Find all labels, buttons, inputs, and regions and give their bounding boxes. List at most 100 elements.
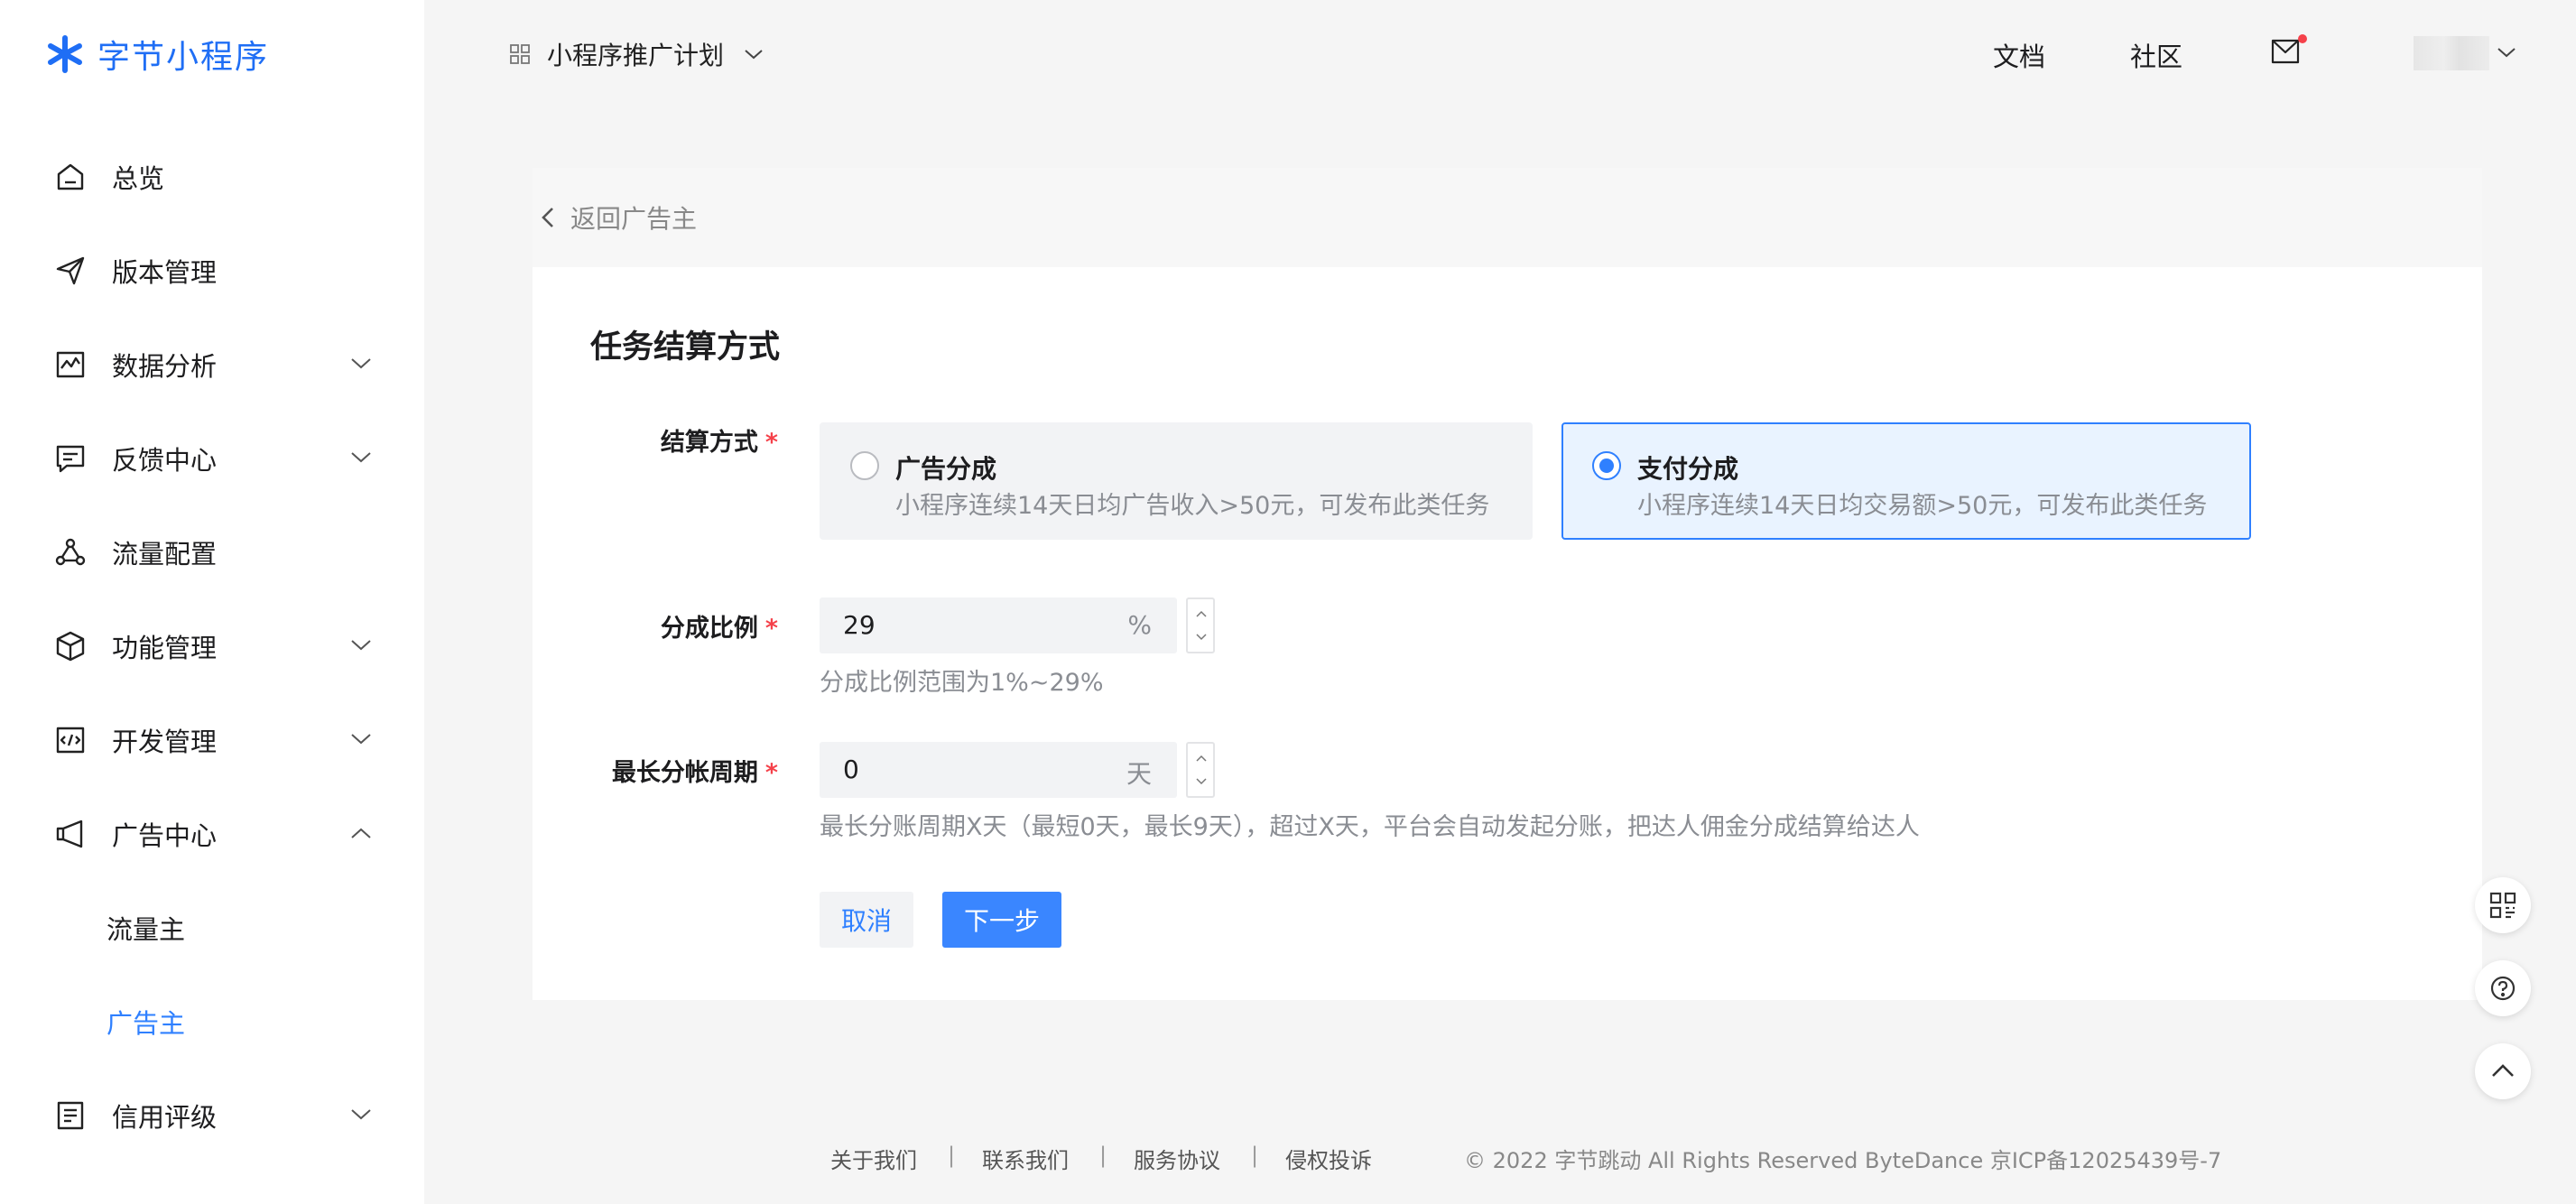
chevron-left-icon: [542, 208, 553, 227]
ratio-hint: 分成比例范围为1%~29%: [820, 669, 1104, 697]
docs-link[interactable]: 文档: [1993, 36, 2045, 74]
footer-link-contact[interactable]: 联系我们: [982, 1143, 1069, 1174]
period-input[interactable]: 0 天: [820, 742, 1177, 798]
sidebar-item-label: 数据分析: [112, 351, 218, 382]
chevron-up-icon[interactable]: [1196, 610, 1207, 617]
sidebar-item-label: 功能管理: [112, 633, 218, 663]
chevron-down-icon[interactable]: [2497, 47, 2516, 58]
sidebar-item-credit-rating[interactable]: 信用评级: [0, 1069, 424, 1162]
brand-name: 字节小程序: [97, 39, 270, 76]
settlement-label-text: 结算方式: [660, 429, 758, 457]
back-link[interactable]: 返回广告主: [533, 168, 2482, 267]
mail-icon[interactable]: [2271, 38, 2302, 65]
footer-link-terms[interactable]: 服务协议: [1134, 1143, 1220, 1174]
sidebar-item-label: 广告中心: [112, 820, 218, 851]
ratio-stepper[interactable]: [1186, 597, 1215, 653]
sidebar-item-label: 反馈中心: [112, 445, 218, 476]
period-unit: 天: [1126, 759, 1152, 789]
grid-icon: [510, 44, 530, 64]
ratio-label-text: 分成比例: [660, 615, 758, 643]
qrcode-button[interactable]: [2475, 877, 2531, 933]
option-title: 支付分成: [1637, 454, 1739, 484]
required-mark: *: [764, 429, 778, 457]
megaphone-icon: [56, 820, 83, 848]
qrcode-icon: [2489, 892, 2516, 919]
settlement-form-card: 任务结算方式 结算方式 * 广告分成 小程序连续14天日均广告收入>50元，可发布…: [533, 267, 2482, 1000]
radio-ad-share[interactable]: [850, 451, 879, 480]
community-link[interactable]: 社区: [2130, 36, 2182, 74]
project-switcher[interactable]: 小程序推广计划: [509, 36, 764, 72]
chevron-down-icon: [351, 358, 371, 369]
radio-payment-share[interactable]: [1592, 451, 1621, 480]
chevron-up-icon: [351, 828, 371, 838]
sidebar-item-traffic-config[interactable]: 流量配置: [0, 505, 424, 599]
message-icon: [56, 445, 85, 473]
settlement-label: 结算方式 *: [507, 422, 778, 458]
required-mark: *: [764, 759, 778, 787]
ratio-value: 29: [843, 610, 876, 640]
back-label: 返回广告主: [570, 204, 698, 234]
option-payment-share[interactable]: 支付分成 小程序连续14天日均交易额>50元，可发布此类任务: [1561, 422, 2251, 540]
help-button[interactable]: [2475, 960, 2531, 1016]
chevron-down-icon: [351, 734, 371, 745]
logo-mark-icon: [48, 35, 82, 73]
period-value: 0: [843, 755, 859, 784]
page-title: 任务结算方式: [590, 329, 781, 366]
brand-logo[interactable]: 字节小程序: [43, 31, 269, 78]
option-desc: 小程序连续14天日均交易额>50元，可发布此类任务: [1637, 492, 2208, 520]
box-icon: [56, 631, 85, 662]
avatar[interactable]: [2414, 36, 2489, 70]
footer-link-about[interactable]: 关于我们: [830, 1143, 917, 1174]
sidebar-item-development[interactable]: 开发管理: [0, 693, 424, 787]
period-label-text: 最长分帐周期: [611, 759, 758, 787]
option-title: 广告分成: [895, 454, 997, 484]
topbar: 小程序推广计划 文档 社区: [424, 0, 2576, 108]
chevron-down-icon: [351, 452, 371, 463]
chevron-down-icon[interactable]: [1196, 634, 1207, 641]
chevron-up-icon: [2492, 1064, 2514, 1077]
chevron-down-icon: [745, 50, 763, 60]
sidebar-item-overview[interactable]: 总览: [0, 130, 424, 224]
list-icon: [57, 1101, 84, 1130]
sidebar: 字节小程序 总览 版本管理 数据分析 反馈中心 流量配置 功能管理 开发管理 广…: [0, 0, 424, 1204]
sidebar-item-version[interactable]: 版本管理: [0, 224, 424, 318]
cancel-button[interactable]: 取消: [820, 892, 913, 948]
period-hint: 最长分账周期X天（最短0天，最长9天），超过X天，平台会自动发起分账，把达人佣金…: [820, 813, 1920, 841]
footer-separator: |: [948, 1143, 956, 1168]
required-mark: *: [764, 615, 778, 643]
project-name: 小程序推广计划: [547, 41, 725, 70]
ratio-label: 分成比例 *: [507, 608, 778, 644]
sidebar-item-features[interactable]: 功能管理: [0, 599, 424, 693]
chevron-down-icon: [351, 640, 371, 651]
back-to-top-button[interactable]: [2475, 1043, 2531, 1099]
chart-icon: [56, 351, 85, 378]
ratio-unit: %: [1127, 610, 1152, 640]
chevron-down-icon[interactable]: [1196, 778, 1207, 785]
share-icon: [55, 538, 86, 566]
sidebar-item-label: 信用评级: [112, 1102, 218, 1133]
sidebar-item-label: 流量配置: [112, 539, 218, 570]
sidebar-item-label: 开发管理: [112, 727, 218, 757]
chevron-up-icon[interactable]: [1196, 755, 1207, 762]
footer-link-complaint[interactable]: 侵权投诉: [1285, 1143, 1372, 1174]
sidebar-item-label: 总览: [112, 163, 165, 194]
footer-separator: |: [1251, 1143, 1259, 1168]
notification-dot: [2298, 34, 2307, 43]
period-stepper[interactable]: [1186, 742, 1215, 798]
footer-copyright: © 2022 字节跳动 All Rights Reserved ByteDanc…: [1464, 1148, 2222, 1173]
option-desc: 小程序连续14天日均广告收入>50元，可发布此类任务: [895, 492, 1490, 520]
period-label: 最长分帐周期 *: [507, 753, 778, 788]
chevron-down-icon: [351, 1109, 371, 1120]
next-step-button[interactable]: 下一步: [942, 892, 1061, 948]
code-icon: [56, 727, 85, 754]
sidebar-item-analytics[interactable]: 数据分析: [0, 318, 424, 412]
footer-separator: |: [1099, 1143, 1107, 1168]
ratio-input[interactable]: 29 %: [820, 597, 1177, 653]
sidebar-item-feedback[interactable]: 反馈中心: [0, 412, 424, 505]
sidebar-nav: 总览 版本管理 数据分析 反馈中心 流量配置 功能管理 开发管理 广告中心 流量…: [0, 130, 424, 1162]
sidebar-item-ad-center[interactable]: 广告中心: [0, 787, 424, 881]
sidebar-item-label: 版本管理: [112, 257, 218, 288]
option-ad-share[interactable]: 广告分成 小程序连续14天日均广告收入>50元，可发布此类任务: [820, 422, 1533, 540]
sidebar-subitem-traffic-owner[interactable]: 流量主: [0, 881, 424, 975]
sidebar-subitem-advertiser[interactable]: 广告主: [0, 975, 424, 1069]
